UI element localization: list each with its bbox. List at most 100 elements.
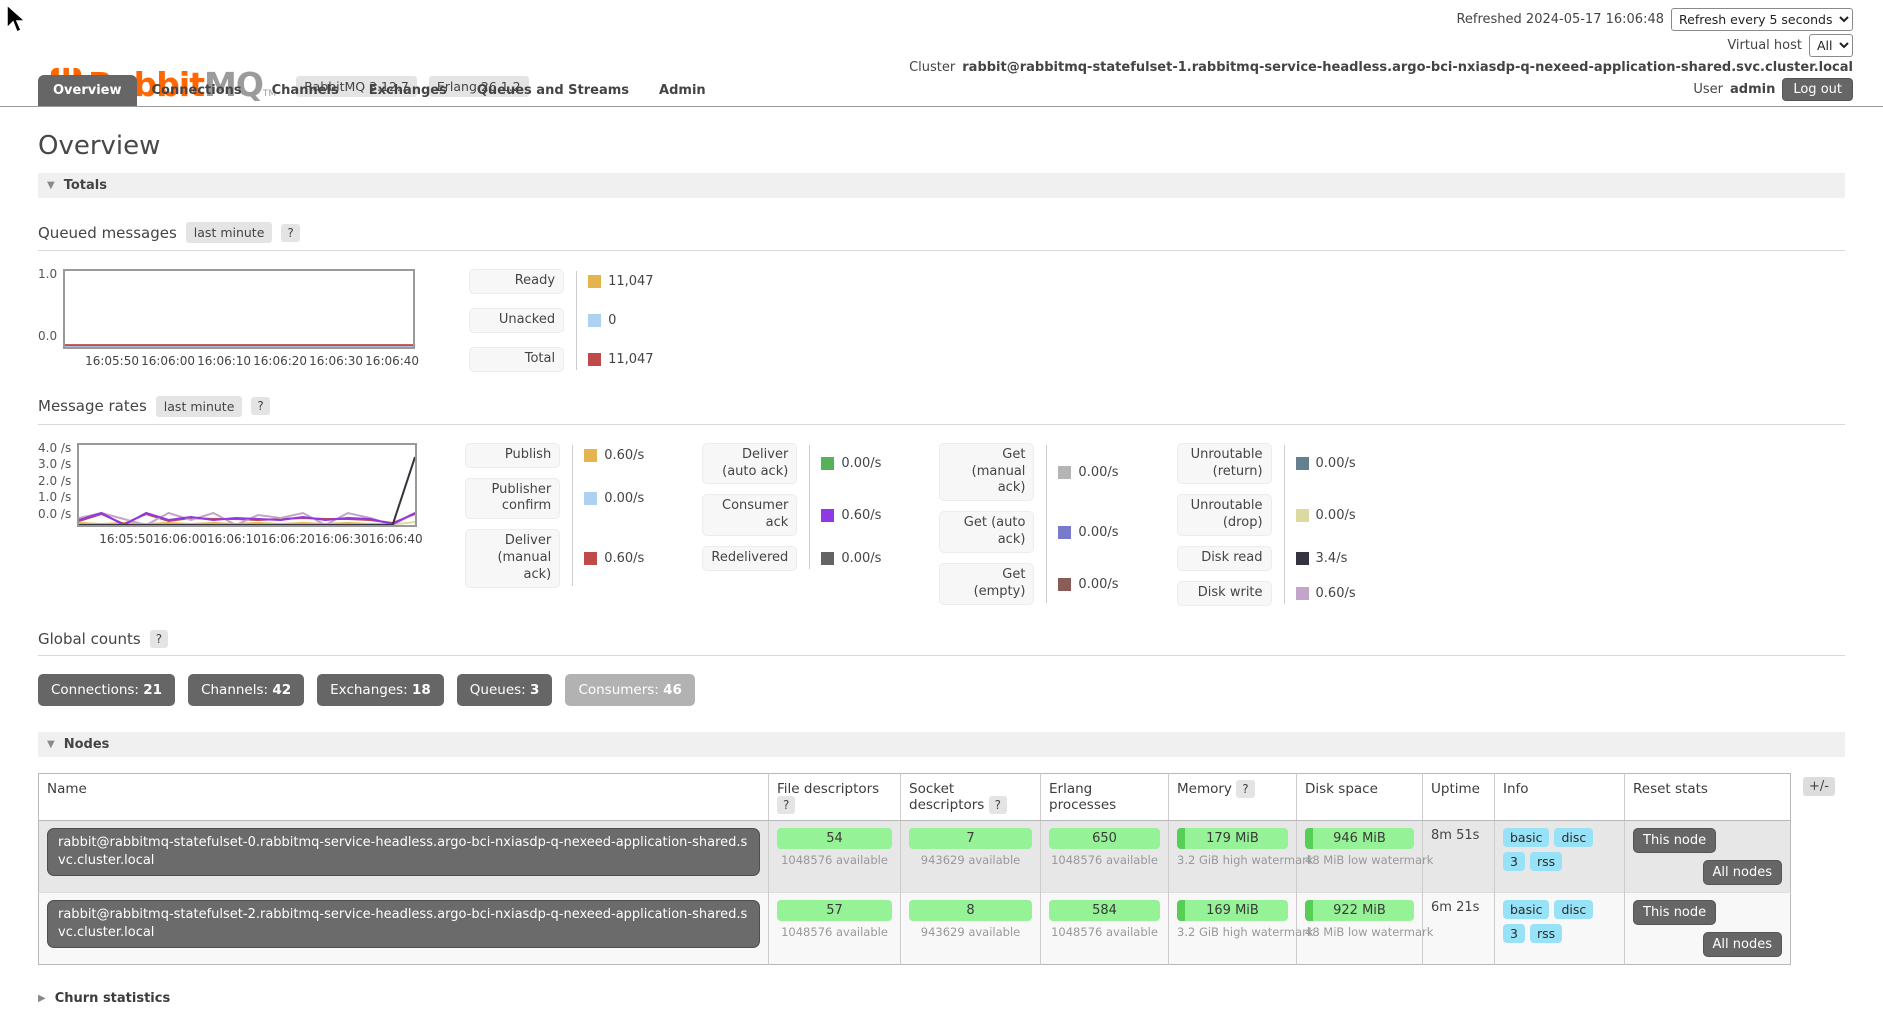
metric-sub: 1048576 available xyxy=(1049,853,1160,867)
x-axis-tick: 16:06:20 xyxy=(253,354,307,368)
reset-stats-cell: This node All nodes xyxy=(1625,821,1791,893)
legend-label-get-empty[interactable]: Get (empty) xyxy=(939,563,1034,605)
node-name[interactable]: rabbit@rabbitmq-statefulset-2.rabbitmq-s… xyxy=(47,900,760,948)
x-axis-ticks: 16:05:5016:06:0016:06:1016:06:2016:06:30… xyxy=(77,527,421,546)
queued-messages-heading: Queued messages last minute ? xyxy=(38,222,1845,251)
node-name[interactable]: rabbit@rabbitmq-statefulset-0.rabbitmq-s… xyxy=(47,828,760,876)
x-axis-tick: 16:06:20 xyxy=(261,532,315,546)
legend-label-get-auto-ack[interactable]: Get (auto ack) xyxy=(939,511,1034,553)
tab-channels[interactable]: Channels xyxy=(257,75,354,106)
exchanges-count-button[interactable]: Exchanges: 18 xyxy=(317,674,444,706)
reset-stats-cell: This node All nodes xyxy=(1625,893,1791,965)
help-icon[interactable]: ? xyxy=(251,397,269,415)
x-axis-tick: 16:06:10 xyxy=(207,532,261,546)
info-badge-basic: basic xyxy=(1503,900,1549,919)
legend-swatch-icon xyxy=(821,552,834,565)
metric-value: 946 MiB xyxy=(1305,828,1414,849)
collapse-icon: ▼ xyxy=(47,181,55,191)
metric-value: 650 xyxy=(1049,828,1160,849)
x-axis-tick: 16:06:30 xyxy=(315,532,369,546)
legend-swatch-icon xyxy=(821,457,834,470)
section-nodes[interactable]: ▼ Nodes xyxy=(38,732,1845,757)
message-rates-chart-row: 4.0 /s3.0 /s2.0 /s1.0 /s0.0 /s 16:05:501… xyxy=(38,443,1845,606)
legend-label-deliver-manual-ack[interactable]: Deliver (manual ack) xyxy=(465,529,560,588)
col-uptime: Uptime xyxy=(1423,774,1495,821)
col-erlang-processes: Erlang processes xyxy=(1041,774,1169,821)
legend-label-redelivered[interactable]: Redelivered xyxy=(702,546,797,571)
x-axis-tick: 16:06:00 xyxy=(141,354,195,368)
node-row: rabbit@rabbitmq-statefulset-0.rabbitmq-s… xyxy=(39,821,1791,893)
reset-all-nodes-button[interactable]: All nodes xyxy=(1703,860,1782,885)
global-counts-heading: Global counts ? xyxy=(38,630,1845,656)
tab-exchanges[interactable]: Exchanges xyxy=(354,75,462,106)
reset-this-node-button[interactable]: This node xyxy=(1633,900,1716,925)
x-axis-tick: 16:06:30 xyxy=(309,354,363,368)
legend-label-total[interactable]: Total xyxy=(469,347,564,372)
section-totals-label: Totals xyxy=(64,178,107,193)
reset-this-node-button[interactable]: This node xyxy=(1633,828,1716,853)
legend-label-get-manual-ack[interactable]: Get (manual ack) xyxy=(939,443,1034,502)
legend-swatch-icon xyxy=(584,492,597,505)
refreshed-timestamp: Refreshed 2024-05-17 16:06:48 xyxy=(1456,12,1664,27)
legend-label-unacked[interactable]: Unacked xyxy=(469,308,564,333)
metric-value: 584 xyxy=(1049,900,1160,921)
legend-label-consumer-ack[interactable]: Consumer ack xyxy=(702,494,797,536)
legend-value-unroutable-drop: 0.00/s xyxy=(1296,508,1356,523)
legend-label-unroutable-return[interactable]: Unroutable (return) xyxy=(1177,443,1272,485)
legend-label-disk-write[interactable]: Disk write xyxy=(1177,581,1272,606)
metric-sub: 48 MiB low watermark xyxy=(1305,853,1414,867)
connections-count-button[interactable]: Connections: 21 xyxy=(38,674,175,706)
nodes-table-body: rabbit@rabbitmq-statefulset-0.rabbitmq-s… xyxy=(39,821,1791,965)
help-icon[interactable]: ? xyxy=(777,796,795,814)
logout-button[interactable]: Log out xyxy=(1782,78,1853,101)
column-toggle[interactable]: +/- xyxy=(1803,777,1835,796)
range-badge[interactable]: last minute xyxy=(186,222,273,243)
consumers-count-button[interactable]: Consumers: 46 xyxy=(565,674,695,706)
legend-value-consumer-ack: 0.60/s xyxy=(821,508,881,523)
tab-queues-and-streams[interactable]: Queues and Streams xyxy=(462,75,644,106)
virtual-host-select[interactable]: All xyxy=(1809,34,1853,57)
refresh-interval-select[interactable]: Refresh every 5 seconds xyxy=(1671,8,1853,31)
tab-connections[interactable]: Connections xyxy=(137,75,257,106)
metric-sub: 48 MiB low watermark xyxy=(1305,925,1414,939)
x-axis-tick: 16:06:40 xyxy=(365,354,419,368)
range-badge[interactable]: last minute xyxy=(156,396,243,417)
legend-label-publish[interactable]: Publish xyxy=(465,443,560,468)
legend-value-get-manual-ack: 0.00/s xyxy=(1058,465,1118,480)
legend-swatch-icon xyxy=(1296,552,1309,565)
help-icon[interactable]: ? xyxy=(281,224,299,242)
legend-swatch-icon xyxy=(1058,526,1071,539)
legend-label-publisher-confirm[interactable]: Publisher confirm xyxy=(465,478,560,520)
info-badge-3: 3 xyxy=(1503,852,1525,871)
rates-legend-group-3: Get (manual ack)0.00/sGet (auto ack)0.00… xyxy=(939,443,1118,605)
tab-overview[interactable]: Overview xyxy=(38,75,137,106)
page-title: Overview xyxy=(38,131,1845,161)
col-file-descriptors: File descriptors ? xyxy=(769,774,901,821)
help-icon[interactable]: ? xyxy=(150,630,168,648)
reset-all-nodes-button[interactable]: All nodes xyxy=(1703,932,1782,957)
channels-count-button[interactable]: Channels: 42 xyxy=(188,674,304,706)
virtual-host-label: Virtual host xyxy=(1727,38,1802,53)
message-rates-chart xyxy=(77,443,417,527)
section-totals[interactable]: ▼ Totals xyxy=(38,173,1845,198)
legend-swatch-icon xyxy=(1058,578,1071,591)
col-reset-stats: Reset stats xyxy=(1625,774,1791,821)
legend-label-disk-read[interactable]: Disk read xyxy=(1177,546,1272,571)
legend-label-unroutable-drop[interactable]: Unroutable (drop) xyxy=(1177,494,1272,536)
legend-label-ready[interactable]: Ready xyxy=(469,269,564,294)
help-icon[interactable]: ? xyxy=(989,796,1007,814)
metric-value: 169 MiB xyxy=(1177,900,1288,921)
section-churn-statistics[interactable]: ▶ Churn statistics xyxy=(38,991,1845,1006)
collapse-icon: ▼ xyxy=(47,740,55,750)
legend-label-deliver-auto-ack[interactable]: Deliver (auto ack) xyxy=(702,443,797,485)
col-socket-descriptors: Socket descriptors ? xyxy=(901,774,1041,821)
metric-sub: 1048576 available xyxy=(1049,925,1160,939)
queues-count-button[interactable]: Queues: 3 xyxy=(457,674,553,706)
y-axis-tick: 0.0 xyxy=(38,329,57,343)
legend-swatch-icon xyxy=(1296,509,1309,522)
metric-value: 7 xyxy=(909,828,1032,849)
info-badge-basic: basic xyxy=(1503,828,1549,847)
help-icon[interactable]: ? xyxy=(1236,780,1254,798)
tab-admin[interactable]: Admin xyxy=(644,75,721,106)
queued-messages-legend: Ready11,047Unacked0Total11,047 xyxy=(469,269,654,372)
